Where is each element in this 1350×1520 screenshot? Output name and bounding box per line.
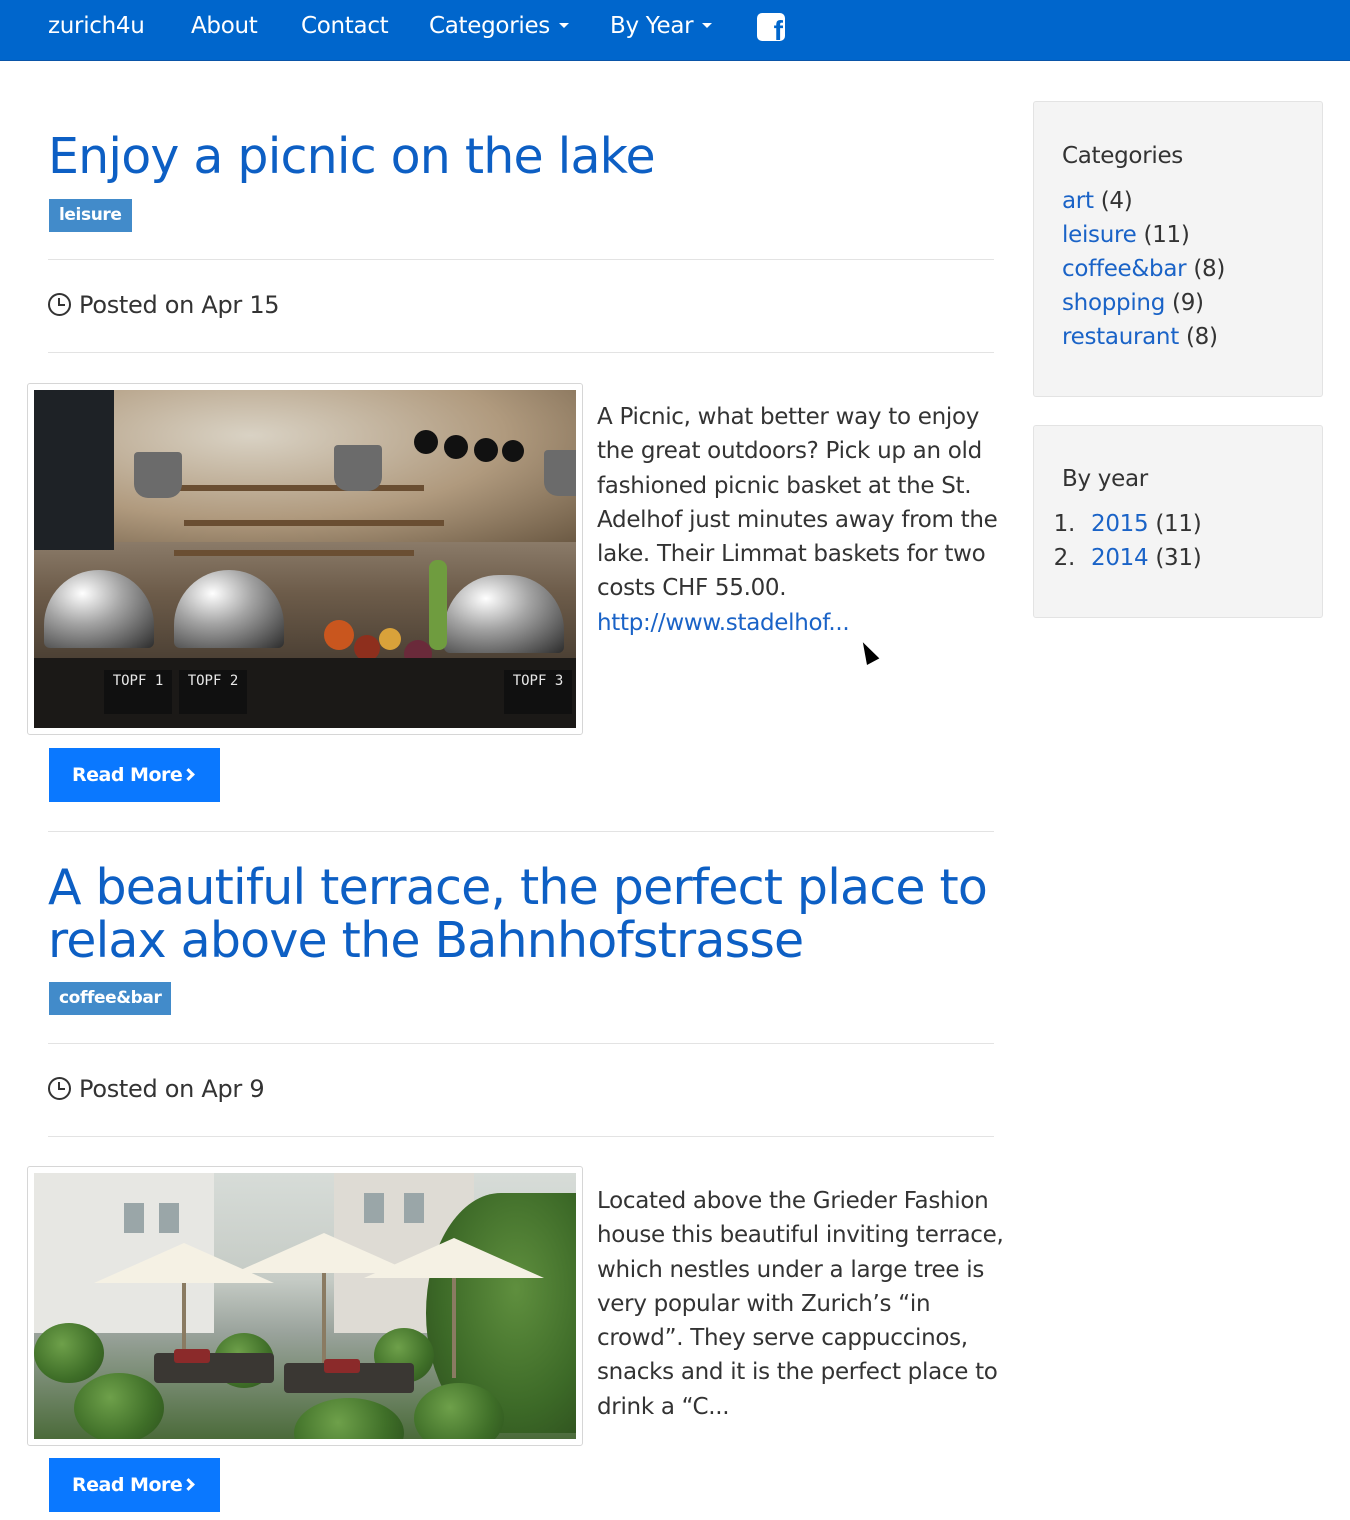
read-more-label: Read More	[72, 1474, 183, 1496]
nav-by-year-label: By Year	[610, 13, 694, 39]
by-year-heading: By year	[1062, 466, 1148, 492]
year-item: 1. 2015 (11)	[1042, 509, 1202, 539]
divider	[48, 831, 994, 832]
post-title[interactable]: Enjoy a picnic on the lake	[48, 130, 656, 183]
category-item: leisure (11)	[1062, 220, 1190, 250]
nav-categories-dropdown[interactable]: Categories	[429, 0, 569, 52]
sign-label: TOPF 1	[104, 670, 172, 714]
post-title[interactable]: A beautiful terrace, the perfect place t…	[48, 861, 994, 967]
categories-heading: Categories	[1062, 143, 1183, 169]
categories-panel: Categories art (4) leisure (11) coffee&b…	[1033, 101, 1323, 397]
post-thumbnail[interactable]	[27, 1166, 583, 1446]
post-date-text: Posted on Apr 9	[79, 1075, 265, 1103]
facebook-icon[interactable]: f	[757, 13, 785, 45]
read-more-button[interactable]: Read More	[49, 748, 220, 802]
category-link-restaurant[interactable]: restaurant	[1062, 324, 1179, 350]
divider	[48, 1043, 994, 1044]
post-date: Posted on Apr 9	[48, 1074, 265, 1104]
category-link-shopping[interactable]: shopping	[1062, 290, 1165, 316]
chevron-right-icon	[182, 768, 196, 781]
divider	[48, 352, 994, 353]
category-link-coffee-bar[interactable]: coffee&bar	[1062, 256, 1187, 282]
category-count: (8)	[1185, 324, 1218, 350]
read-more-label: Read More	[72, 764, 183, 786]
sign-label: TOPF 2	[179, 670, 247, 714]
category-link-art[interactable]: art	[1062, 188, 1094, 214]
divider	[48, 259, 994, 260]
caret-down-icon	[558, 22, 569, 28]
post-date-text: Posted on Apr 15	[79, 291, 280, 319]
list-number: 1.	[1053, 511, 1076, 537]
category-count: (4)	[1100, 188, 1133, 214]
post-excerpt-text: A Picnic, what better way to enjoy the g…	[597, 404, 998, 602]
top-navbar: zurich4u About Contact Categories By Yea…	[0, 0, 1350, 61]
cafe-counter-image: TOPF 1 TOPF 2 TOPF 3	[34, 390, 576, 728]
category-count: (11)	[1143, 222, 1190, 248]
category-count: (9)	[1172, 290, 1204, 316]
chevron-right-icon	[182, 1478, 196, 1491]
year-link-2014[interactable]: 2014	[1091, 545, 1149, 571]
year-item: 2. 2014 (31)	[1042, 543, 1202, 573]
clock-icon	[48, 293, 71, 316]
nav-about[interactable]: About	[191, 0, 258, 52]
category-item: restaurant (8)	[1062, 322, 1218, 352]
post-source-link[interactable]: http://www.stadelhof...	[597, 610, 850, 636]
category-tag[interactable]: coffee&bar	[49, 982, 172, 1015]
mouse-cursor-icon	[856, 639, 880, 665]
list-number: 2.	[1053, 545, 1076, 571]
category-item: coffee&bar (8)	[1062, 254, 1225, 284]
category-item: art (4)	[1062, 186, 1133, 216]
terrace-image	[34, 1173, 576, 1439]
category-count: (8)	[1193, 256, 1226, 282]
post-date: Posted on Apr 15	[48, 290, 280, 320]
year-link-2015[interactable]: 2015	[1091, 511, 1149, 537]
category-item: shopping (9)	[1062, 288, 1204, 318]
nav-contact[interactable]: Contact	[301, 0, 389, 52]
read-more-button[interactable]: Read More	[49, 1458, 220, 1512]
brand-link[interactable]: zurich4u	[48, 0, 145, 52]
year-count: (31)	[1155, 545, 1202, 571]
category-tag[interactable]: leisure	[49, 199, 132, 232]
post-excerpt: Located above the Grieder Fashion house …	[597, 1188, 1004, 1420]
year-count: (11)	[1155, 511, 1202, 537]
post-thumbnail[interactable]: TOPF 1 TOPF 2 TOPF 3	[27, 383, 583, 735]
by-year-panel: By year 1. 2015 (11) 2. 2014 (31)	[1033, 425, 1323, 618]
category-link-leisure[interactable]: leisure	[1062, 222, 1137, 248]
post-excerpt: A Picnic, what better way to enjoy the g…	[597, 400, 1012, 640]
caret-down-icon	[702, 22, 713, 28]
divider	[48, 1136, 994, 1137]
clock-icon	[48, 1077, 71, 1100]
sign-label: TOPF 3	[504, 670, 572, 714]
nav-categories-label: Categories	[429, 13, 550, 39]
nav-by-year-dropdown[interactable]: By Year	[610, 0, 713, 52]
